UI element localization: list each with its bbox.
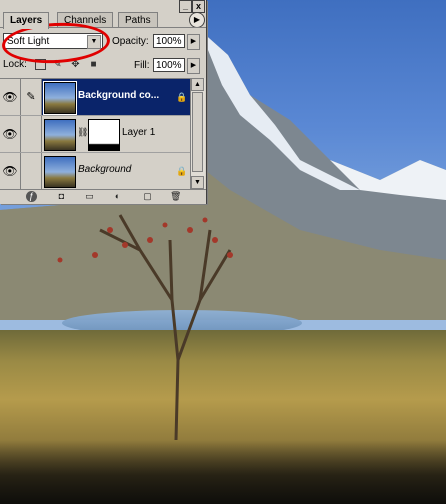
opacity-label: Opacity:	[112, 36, 149, 47]
lock-transparency-icon[interactable]	[35, 59, 46, 70]
layers-list: 👁 ✎ Background co... 🔒 👁 ⛓ Layer 1 👁 Bac…	[0, 78, 190, 190]
new-layer-icon[interactable]: ▢	[142, 191, 153, 202]
link-slot[interactable]	[21, 116, 42, 152]
eye-icon[interactable]: 👁	[0, 116, 21, 152]
minimize-button[interactable]: _	[179, 0, 192, 13]
lock-image-brush-icon[interactable]: ✎	[52, 59, 63, 70]
lock-label: Lock:	[3, 59, 27, 70]
lock-all-icon[interactable]: ■	[88, 59, 99, 70]
link-slot[interactable]	[21, 153, 42, 189]
padlock-icon: 🔒	[176, 92, 188, 102]
opacity-slider-arrow-icon[interactable]: ▶	[187, 34, 200, 50]
palette-tab-bar: Layers Channels Paths _ x ▶	[0, 0, 206, 29]
layer-row-background-copy[interactable]: 👁 ✎ Background co... 🔒	[0, 79, 190, 116]
palette-bottom-bar: ƒ ◘ ▭ ◐ ▢ 🗑	[0, 189, 206, 204]
fill-label: Fill:	[134, 60, 150, 71]
chain-link-icon[interactable]: ⛓	[77, 127, 88, 138]
layer-row-background[interactable]: 👁 Background 🔒	[0, 153, 190, 190]
layer-row-layer-1[interactable]: 👁 ⛓ Layer 1	[0, 116, 190, 153]
blend-row: Soft Light ▼ Opacity: 100% ▶	[0, 31, 206, 53]
close-button[interactable]: x	[192, 0, 205, 13]
trash-icon[interactable]: 🗑	[170, 191, 181, 202]
adjustment-layer-icon[interactable]: ◐	[112, 191, 123, 202]
scroll-thumb[interactable]	[192, 92, 203, 172]
add-mask-icon[interactable]: ◘	[56, 191, 67, 202]
layer-thumbnail	[43, 81, 77, 115]
layers-scrollbar[interactable]: ▲ ▼	[190, 78, 205, 189]
tab-channels[interactable]: Channels	[57, 12, 114, 28]
blend-mode-value: Soft Light	[7, 36, 50, 47]
layer-name[interactable]: Background co...	[78, 90, 159, 101]
lock-row: Lock: ✎ ✥ ■ Fill: 100% ▶	[0, 55, 206, 75]
chevron-down-icon[interactable]: ▼	[87, 35, 101, 49]
padlock-icon: 🔒	[176, 166, 188, 176]
layer-name[interactable]: Layer 1	[122, 127, 155, 138]
foreground-shadow	[0, 440, 446, 504]
brush-icon[interactable]: ✎	[21, 79, 42, 115]
layer-thumbnail	[44, 119, 76, 151]
layers-palette: Layers Channels Paths _ x ▶ Soft Light ▼…	[0, 0, 207, 204]
fill-slider-arrow-icon[interactable]: ▶	[187, 58, 200, 74]
layer-name[interactable]: Background	[78, 164, 131, 175]
layer-thumbnail	[44, 156, 76, 188]
lock-position-move-icon[interactable]: ✥	[70, 59, 81, 70]
layer-style-icon[interactable]: ƒ	[26, 191, 37, 202]
palette-menu-icon[interactable]: ▶	[189, 12, 205, 28]
fill-field[interactable]: 100%	[153, 58, 185, 72]
blend-mode-select[interactable]: Soft Light ▼	[3, 33, 103, 49]
new-group-icon[interactable]: ▭	[84, 191, 95, 202]
eye-icon[interactable]: 👁	[0, 79, 21, 115]
scroll-up-icon[interactable]: ▲	[191, 78, 204, 91]
tab-layers[interactable]: Layers	[3, 12, 50, 29]
tab-paths[interactable]: Paths	[118, 12, 158, 28]
opacity-field[interactable]: 100%	[153, 34, 185, 48]
eye-icon[interactable]: 👁	[0, 153, 21, 189]
scroll-down-icon[interactable]: ▼	[191, 176, 204, 189]
layer-mask-thumbnail[interactable]	[88, 119, 120, 151]
